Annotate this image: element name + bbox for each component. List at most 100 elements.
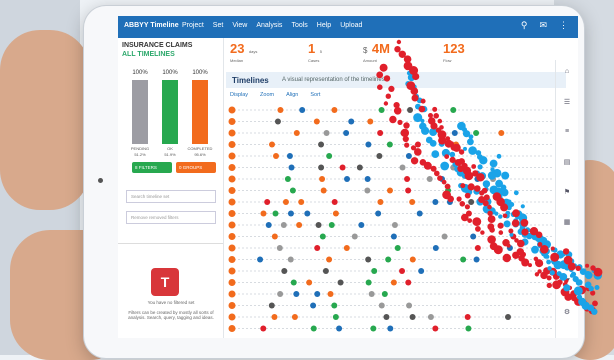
timeline-event-icon[interactable] (409, 199, 416, 205)
timeline-start-marker[interactable] (228, 106, 236, 114)
bar-completed[interactable] (192, 80, 208, 144)
timeline-event-icon[interactable] (409, 256, 416, 263)
menu-help[interactable]: Help (317, 22, 331, 29)
timeline-event-icon[interactable] (332, 314, 339, 320)
timeline-event-icon[interactable] (337, 279, 344, 286)
timeline-event-icon[interactable] (441, 233, 448, 240)
timeline-event-icon[interactable] (264, 199, 271, 205)
timeline-event-icon[interactable] (299, 107, 306, 113)
timeline-event-icon[interactable] (281, 268, 288, 274)
timeline-event-icon[interactable] (391, 222, 398, 228)
search-icon[interactable]: ⚲ (521, 20, 528, 31)
timeline-event-icon[interactable] (319, 233, 326, 240)
timeline-event-icon[interactable] (288, 164, 295, 171)
timeline-event-icon[interactable] (271, 314, 278, 320)
menu-project[interactable]: Project (182, 22, 204, 29)
timeline-event-icon[interactable] (418, 268, 425, 274)
filter-icon[interactable]: ⧩ (556, 278, 578, 286)
timeline-event-icon[interactable] (277, 107, 284, 113)
timeline-event-icon[interactable] (287, 256, 294, 263)
timeline-event-icon[interactable] (339, 164, 346, 171)
timeline-event-icon[interactable] (274, 118, 281, 125)
timeline-event-icon[interactable] (370, 325, 377, 332)
timeline-event-icon[interactable] (506, 245, 513, 251)
filters-button[interactable]: 8 FILTERS (132, 162, 172, 173)
timeline-canvas[interactable] (226, 104, 556, 336)
timeline-event-icon[interactable] (381, 291, 388, 297)
menu-view[interactable]: View (232, 22, 247, 29)
timeline-start-marker[interactable] (228, 210, 236, 217)
timeline-event-icon[interactable] (318, 141, 325, 148)
timeline-event-icon[interactable] (473, 256, 480, 263)
timeline-event-icon[interactable] (385, 256, 392, 263)
timeline-event-icon[interactable] (390, 233, 397, 240)
timeline-event-icon[interactable] (351, 233, 358, 240)
panel-subtitle[interactable]: ALL TIMELINES (122, 51, 175, 58)
timeline-event-icon[interactable] (432, 325, 439, 332)
timeline-event-icon[interactable] (405, 279, 412, 286)
timeline-event-icon[interactable] (426, 176, 433, 182)
timeline-event-icon[interactable] (358, 222, 365, 228)
timeline-event-icon[interactable] (368, 291, 375, 297)
timeline-event-icon[interactable] (460, 256, 467, 263)
grid-icon[interactable]: ▦ (556, 218, 578, 226)
timeline-event-icon[interactable] (265, 222, 272, 228)
gear-icon[interactable]: ⚙ (556, 308, 578, 316)
timeline-start-marker[interactable] (228, 313, 236, 321)
timeline-event-icon[interactable] (322, 268, 329, 274)
timeline-event-icon[interactable] (378, 107, 385, 113)
timeline-event-icon[interactable] (293, 130, 300, 136)
timeline-event-icon[interactable] (328, 222, 335, 228)
timeline-event-icon[interactable] (510, 233, 517, 240)
timeline-start-marker[interactable] (228, 256, 236, 263)
timeline-start-marker[interactable] (228, 198, 236, 206)
timeline-event-icon[interactable] (399, 268, 406, 274)
timeline-event-icon[interactable] (287, 210, 294, 217)
search-input[interactable]: Search timeline set (126, 190, 216, 203)
timeline-event-icon[interactable] (319, 176, 326, 182)
timeline-event-icon[interactable] (260, 210, 267, 217)
bar-ok[interactable] (162, 80, 178, 144)
timeline-start-marker[interactable] (228, 164, 236, 171)
timeline-event-icon[interactable] (332, 210, 339, 217)
timeline-start-marker[interactable] (228, 141, 236, 148)
menu-set[interactable]: Set (213, 22, 224, 29)
timeline-start-marker[interactable] (228, 187, 236, 194)
timeline-event-icon[interactable] (290, 279, 297, 286)
timeline-event-icon[interactable] (387, 325, 394, 332)
timeline-event-icon[interactable] (464, 314, 471, 320)
timeline-start-marker[interactable] (228, 279, 236, 286)
timeline-event-icon[interactable] (344, 176, 351, 182)
timeline-event-icon[interactable] (465, 210, 472, 217)
timeline-start-marker[interactable] (228, 152, 236, 160)
timeline-event-icon[interactable] (284, 176, 291, 182)
timeline-event-icon[interactable] (474, 176, 481, 182)
timeline-event-icon[interactable] (276, 245, 283, 251)
timeline-event-icon[interactable] (450, 164, 457, 171)
timeline-event-icon[interactable] (446, 199, 453, 205)
timeline-event-icon[interactable] (451, 130, 458, 136)
timeline-start-marker[interactable] (228, 290, 236, 298)
tool-align[interactable]: Align (286, 92, 298, 98)
chart-icon[interactable]: ▤ (556, 158, 578, 166)
timeline-event-icon[interactable] (450, 107, 457, 113)
timeline-event-icon[interactable] (310, 302, 317, 309)
tool-display[interactable]: Display (230, 92, 248, 98)
timeline-event-icon[interactable] (473, 130, 480, 136)
timeline-event-icon[interactable] (409, 314, 416, 320)
timeline-event-icon[interactable] (416, 210, 423, 217)
timeline-event-icon[interactable] (405, 153, 412, 159)
timeline-event-icon[interactable] (377, 130, 384, 136)
timeline-event-icon[interactable] (377, 199, 384, 205)
timeline-event-icon[interactable] (407, 107, 414, 113)
timeline-event-icon[interactable] (273, 153, 280, 159)
timeline-event-icon[interactable] (315, 222, 322, 228)
timeline-event-icon[interactable] (468, 199, 475, 205)
timeline-event-icon[interactable] (364, 187, 371, 194)
timeline-event-icon[interactable] (271, 233, 278, 240)
tool-zoom[interactable]: Zoom (260, 92, 274, 98)
timeline-start-marker[interactable] (228, 129, 236, 137)
timeline-event-icon[interactable] (490, 176, 497, 182)
timeline-start-marker[interactable] (228, 325, 236, 332)
timeline-event-icon[interactable] (445, 187, 452, 194)
